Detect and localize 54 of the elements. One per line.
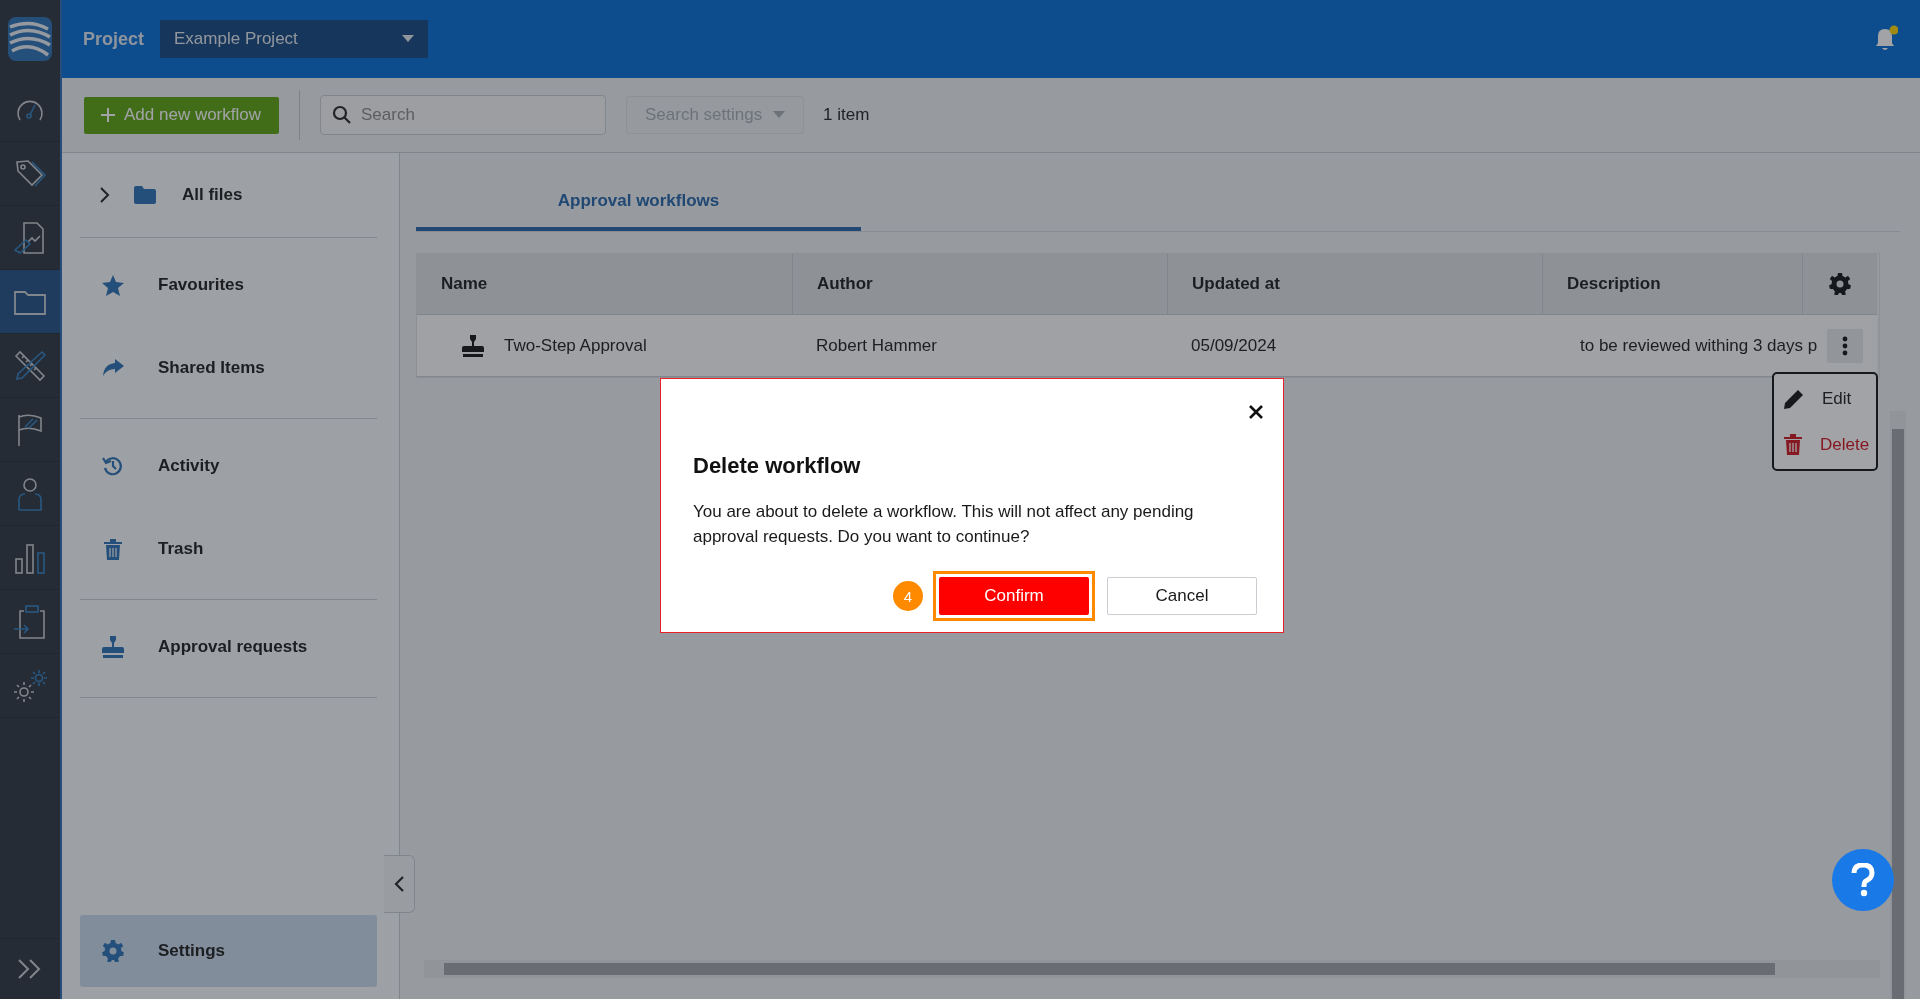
menu-item[interactable]: Edit — [1774, 379, 1876, 418]
table-cell: to be reviewed withing 3 days p — [1580, 335, 1818, 356]
tab[interactable]: Approval workflows — [416, 153, 861, 231]
logo-icon[interactable] — [8, 17, 52, 61]
plus-icon — [100, 107, 116, 123]
sidebar-item[interactable]: Trash — [80, 519, 377, 579]
sidebar-item[interactable]: Favourites — [80, 255, 377, 315]
column-header[interactable]: Description — [1542, 254, 1802, 315]
close-icon[interactable] — [1249, 405, 1263, 419]
project-label: Project — [83, 28, 145, 50]
pencil-icon — [1784, 388, 1804, 409]
sidebar-item[interactable]: Shared Items — [80, 338, 377, 398]
stamp-icon — [462, 334, 484, 357]
clipboard-icon — [12, 602, 48, 641]
history-icon — [102, 455, 124, 477]
flag-icon — [15, 412, 45, 447]
cancel-button[interactable]: Cancel — [1107, 577, 1257, 615]
vertical-scrollbar[interactable] — [1890, 411, 1906, 999]
chevron-left-icon — [394, 876, 404, 892]
caret-icon — [773, 111, 785, 119]
chevron-icon[interactable] — [100, 187, 110, 203]
share-arrow-icon — [102, 359, 124, 377]
row-actions-button[interactable] — [1827, 328, 1864, 363]
gear-icon — [102, 940, 124, 962]
item-count: 1 item — [823, 105, 870, 125]
column-header[interactable]: Name — [417, 254, 792, 315]
step-badge: 4 — [893, 581, 923, 611]
person-icon — [15, 475, 45, 512]
confirm-button[interactable]: Confirm — [939, 577, 1089, 615]
project-dropdown[interactable]: Example Project — [160, 20, 429, 58]
star-icon — [102, 274, 124, 296]
dialog-title: Delete workflow — [693, 453, 862, 479]
column-header[interactable]: Author — [792, 254, 1167, 315]
search-field[interactable]: Search — [320, 95, 606, 135]
settings-item[interactable]: Settings — [80, 915, 377, 987]
trash-icon — [104, 538, 122, 560]
table-cell: Robert Hammer — [792, 315, 1167, 377]
question-mark-icon — [1851, 863, 1875, 897]
dialog-message: You are about to delete a workflow. This will not affect any pending approval requests. Do you want to continue? — [693, 501, 1195, 548]
menu-item[interactable]: Delete — [1774, 425, 1876, 464]
settings-icon[interactable] — [1829, 273, 1851, 295]
table-cell: Two-Step Approval — [504, 335, 647, 356]
collapse-sidebar-button[interactable] — [384, 855, 415, 913]
sidebar-item[interactable]: Approval requests — [80, 617, 377, 677]
horizontal-scrollbar[interactable] — [424, 960, 1880, 978]
caret-icon — [402, 35, 415, 43]
folder-icon — [134, 186, 156, 204]
sidebar-item[interactable]: Activity — [80, 436, 377, 496]
column-header[interactable]: Updated at — [1167, 254, 1542, 315]
kebab-icon — [1842, 335, 1849, 356]
sidebar-item[interactable]: All files — [80, 171, 377, 219]
stamp-icon — [102, 636, 124, 658]
trash-icon — [1784, 434, 1802, 455]
table-cell: 05/09/2024 — [1167, 315, 1542, 377]
